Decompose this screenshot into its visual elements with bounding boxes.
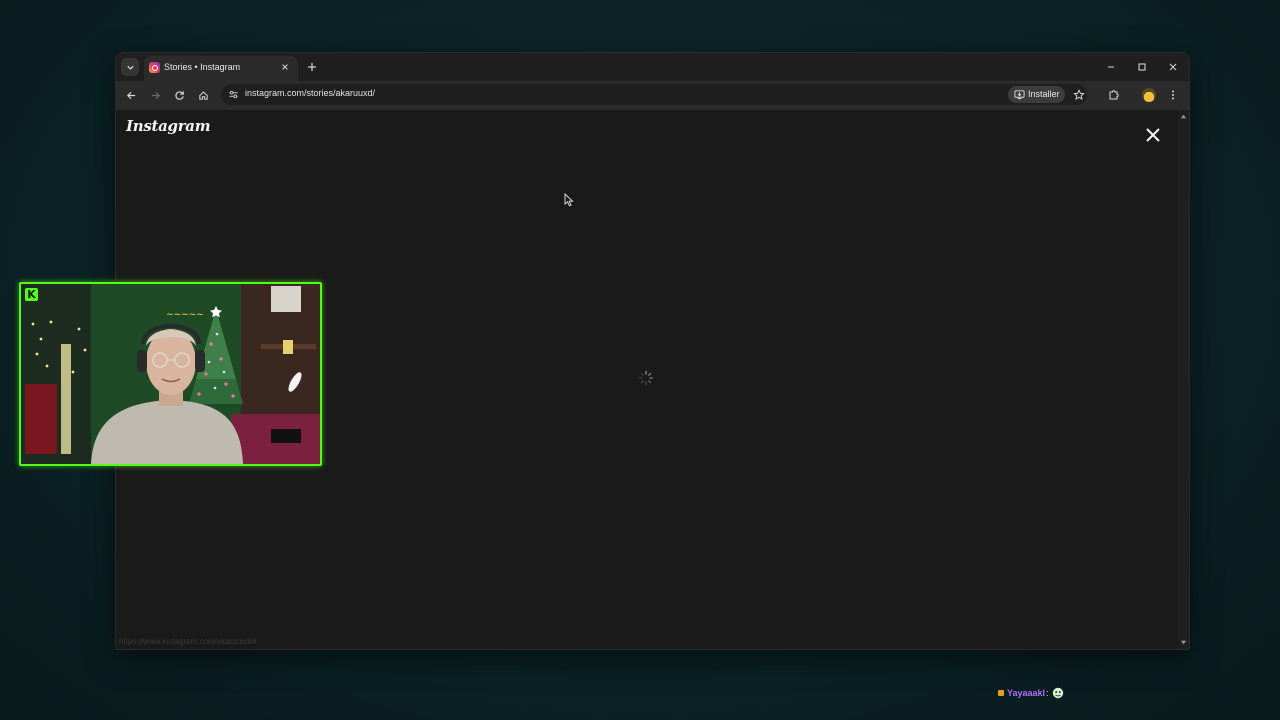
browser-menu-button[interactable] — [1165, 87, 1181, 103]
address-bar[interactable]: instagram.com/stories/akaruuxd/ Installe… — [221, 84, 1087, 105]
bookmark-button[interactable] — [1073, 88, 1085, 101]
more-vert-icon — [1172, 90, 1174, 100]
tab-close-button[interactable] — [278, 60, 292, 74]
chat-separator: : — [1046, 687, 1049, 698]
arrow-right-icon — [151, 91, 160, 99]
instagram-logo[interactable]: Instagram — [126, 117, 211, 135]
extensions-button[interactable] — [1106, 87, 1122, 103]
close-icon — [1169, 63, 1177, 71]
install-label: Installer — [1028, 89, 1060, 99]
minimize-button[interactable] — [1102, 58, 1120, 76]
install-icon — [1014, 90, 1025, 100]
mouse-cursor-icon — [564, 193, 574, 207]
webcam-overlay: ~~~~~ K — [19, 282, 322, 466]
instagram-favicon-icon — [149, 62, 160, 73]
site-info-icon[interactable] — [227, 88, 239, 100]
new-tab-button[interactable] — [304, 59, 320, 75]
tab-title: Stories • Instagram — [164, 62, 241, 72]
tune-icon — [228, 90, 238, 98]
star-icon — [1073, 89, 1085, 101]
scroll-down-arrow-icon[interactable] — [1180, 639, 1187, 646]
minimize-icon — [1108, 66, 1114, 68]
home-button[interactable] — [195, 87, 211, 103]
kick-logo: K — [25, 288, 38, 301]
chevron-down-icon — [126, 65, 134, 70]
browser-tab[interactable]: Stories • Instagram — [144, 56, 298, 81]
install-app-button[interactable]: Installer — [1008, 86, 1065, 103]
profile-avatar[interactable] — [1142, 88, 1156, 102]
scroll-up-arrow-icon[interactable] — [1180, 113, 1187, 120]
plus-icon — [308, 63, 316, 71]
webcam-feed: ~~~~~ — [21, 284, 320, 464]
url-text: instagram.com/stories/akaruuxd/ — [245, 88, 376, 98]
puzzle-icon — [1109, 90, 1119, 100]
arrow-left-icon — [126, 91, 135, 99]
home-icon — [198, 90, 208, 100]
chat-username: Yayaaakl — [1007, 687, 1046, 698]
back-button[interactable] — [123, 87, 139, 103]
loading-spinner-icon — [638, 370, 654, 386]
forward-button[interactable] — [147, 87, 163, 103]
chat-message: Yayaaakl: — [998, 684, 1064, 698]
close-icon — [282, 64, 288, 70]
page-scrollbar[interactable] — [1178, 110, 1189, 649]
status-bar-url: https://www.instagram.com/akaruuxd/# — [119, 637, 257, 646]
subscriber-badge-icon — [998, 689, 1004, 696]
window-close-button[interactable] — [1164, 58, 1182, 76]
tab-strip: Stories • Instagram — [116, 53, 1189, 81]
tab-search-button[interactable] — [121, 58, 139, 76]
svg-text:~~~~~: ~~~~~ — [166, 310, 204, 320]
maximize-button[interactable] — [1133, 58, 1151, 76]
emote-icon — [1052, 687, 1063, 698]
maximize-icon — [1138, 63, 1146, 71]
reload-icon — [174, 90, 184, 100]
close-stories-button[interactable] — [1144, 126, 1162, 144]
browser-toolbar: instagram.com/stories/akaruuxd/ Installe… — [116, 81, 1189, 110]
reload-button[interactable] — [171, 87, 187, 103]
